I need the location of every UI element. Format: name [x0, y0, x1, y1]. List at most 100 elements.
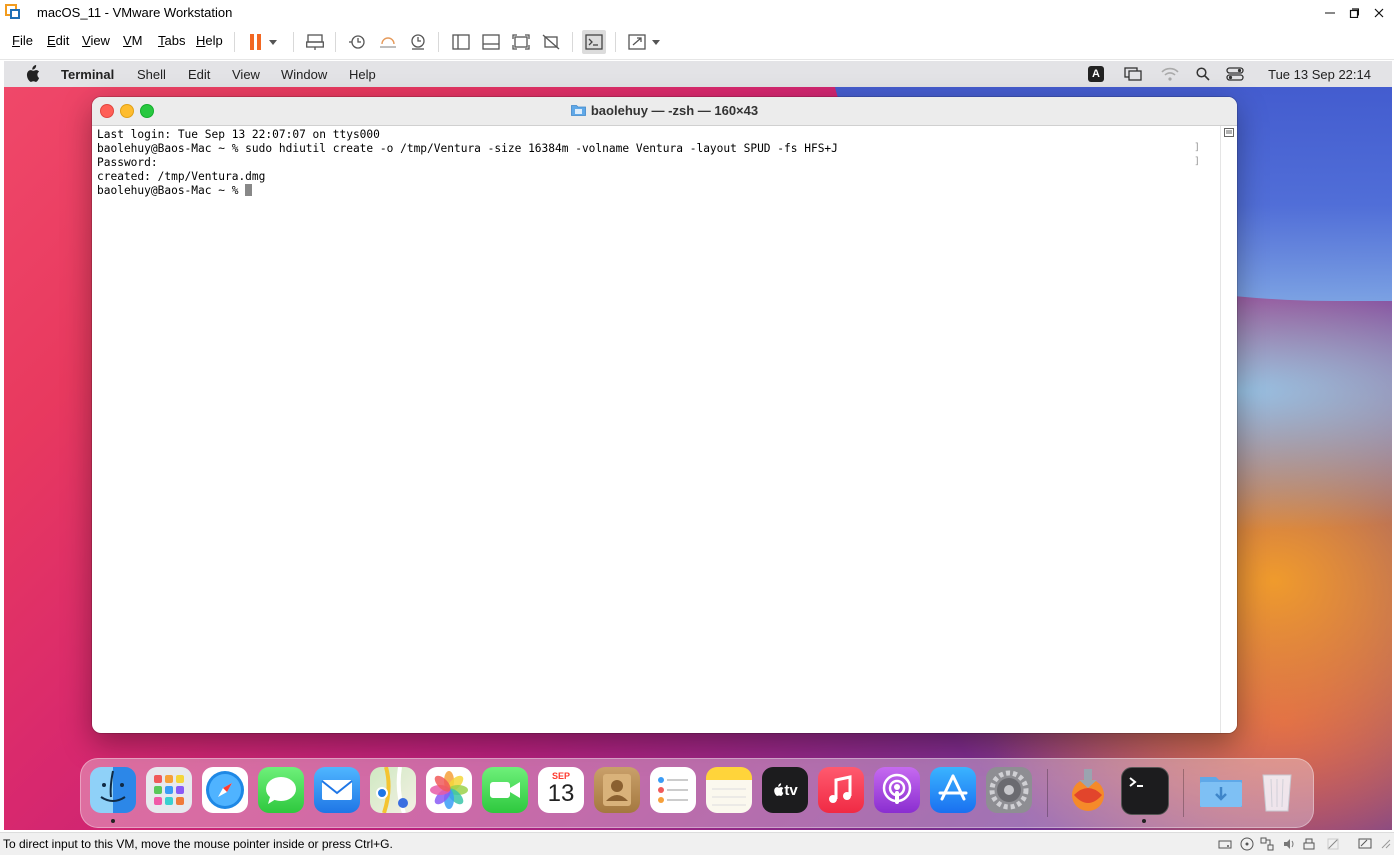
system-preferences-icon[interactable] [986, 767, 1032, 813]
menu-help[interactable]: Help [196, 33, 223, 48]
terminal-scrollbar[interactable] [1220, 126, 1237, 733]
mac-menu-terminal[interactable]: Terminal [61, 67, 114, 82]
calendar-day: 13 [547, 780, 575, 807]
apple-icon[interactable] [24, 65, 40, 83]
split-pane-icon[interactable] [1224, 128, 1234, 137]
vmware-title-bar: macOS_11 - VMware Workstation [0, 0, 1394, 25]
finder-icon[interactable] [90, 767, 136, 813]
toolbar-separator [438, 32, 439, 52]
minimize-icon[interactable] [1318, 0, 1342, 25]
network-adapter-icon[interactable] [1260, 837, 1274, 851]
menu-view[interactable]: View [82, 33, 110, 48]
dropdown-icon[interactable] [648, 30, 664, 54]
menu-edit[interactable]: Edit [47, 33, 69, 48]
printer-icon[interactable] [1326, 837, 1340, 851]
close-icon[interactable] [1367, 0, 1391, 25]
mac-menu-view[interactable]: View [232, 67, 260, 82]
console-view-icon[interactable] [582, 30, 606, 54]
mac-menu-shell[interactable]: Shell [137, 67, 166, 82]
terminal-title-text: baolehuy — -zsh — 160×43 [590, 103, 759, 118]
terminal-line: created: /tmp/Ventura.dmg [97, 170, 266, 183]
menu-file[interactable]: File [12, 33, 33, 48]
terminal-title-bar[interactable]: baolehuy — -zsh — 160×43 [92, 97, 1237, 126]
messages-icon[interactable] [258, 767, 304, 813]
running-indicator [1142, 819, 1146, 823]
macos-menu-bar: Terminal Shell Edit View Window Help A T… [4, 61, 1392, 87]
status-message: To direct input to this VM, move the mou… [3, 837, 393, 851]
facetime-icon[interactable] [482, 767, 528, 813]
snapshot-icon[interactable] [345, 30, 369, 54]
podcasts-icon[interactable] [874, 767, 920, 813]
toolbar-separator [293, 32, 294, 52]
toolbar-separator [572, 32, 573, 52]
vmware-logo-icon [5, 4, 20, 19]
mac-menu-edit[interactable]: Edit [188, 67, 210, 82]
text-cursor [245, 184, 253, 196]
tv-icon[interactable]: tv [762, 767, 808, 813]
apple-icon [774, 783, 784, 796]
vmware-status-bar: To direct input to this VM, move the mou… [0, 832, 1394, 855]
contacts-icon[interactable] [594, 767, 640, 813]
terminal-line: Password: [97, 156, 158, 169]
sound-card-icon[interactable] [1282, 837, 1296, 851]
install-macos-ventura-icon[interactable] [1065, 767, 1111, 813]
folder-icon [570, 105, 586, 116]
mail-icon[interactable] [314, 767, 360, 813]
maps-icon[interactable] [370, 767, 416, 813]
full-screen-icon[interactable] [509, 30, 533, 54]
terminal-content[interactable]: Last login: Tue Sep 13 22:07:07 on ttys0… [92, 126, 1220, 733]
line-mark: ] [1193, 156, 1200, 167]
dock-separator [1183, 769, 1184, 817]
stretch-guest-icon[interactable] [625, 30, 649, 54]
menu-bar-clock[interactable]: Tue 13 Sep 22:14 [1268, 67, 1371, 82]
calendar-icon[interactable]: SEP 13 [538, 767, 584, 813]
resize-grip-icon[interactable] [1379, 837, 1391, 851]
control-center-icon[interactable] [1225, 65, 1245, 83]
dock-separator [1047, 769, 1048, 817]
launchpad-icon[interactable] [146, 767, 192, 813]
terminal-window[interactable]: baolehuy — -zsh — 160×43 Last login: Tue… [92, 97, 1237, 733]
input-source-icon[interactable]: A [1088, 66, 1104, 82]
terminal-line: Last login: Tue Sep 13 22:07:07 on ttys0… [97, 128, 380, 141]
snapshot-manager-icon[interactable] [406, 30, 430, 54]
maximize-icon[interactable] [1342, 0, 1366, 25]
photos-icon[interactable] [426, 767, 472, 813]
dropdown-icon[interactable] [265, 30, 281, 54]
music-icon[interactable] [818, 767, 864, 813]
toolbar-separator [615, 32, 616, 52]
send-ctrl-alt-del-icon[interactable] [303, 30, 327, 54]
guest-screen[interactable]: Terminal Shell Edit View Window Help A T… [4, 61, 1392, 830]
menu-vm[interactable]: VM [123, 33, 143, 48]
terminal-prompt: baolehuy@Baos-Mac ~ % [97, 184, 246, 197]
thumbnail-bar-icon[interactable] [479, 30, 503, 54]
dock: SEP 13 tv [80, 758, 1314, 828]
wifi-icon[interactable] [1160, 65, 1180, 83]
usb-device-icon[interactable] [1302, 837, 1316, 851]
mac-menu-window[interactable]: Window [281, 67, 327, 82]
terminal-title: baolehuy — -zsh — 160×43 [92, 103, 1237, 118]
cd-dvd-icon[interactable] [1240, 837, 1254, 851]
revert-snapshot-icon[interactable] [376, 30, 400, 54]
terminal-prompt-line[interactable]: baolehuy@Baos-Mac ~ % [97, 184, 253, 198]
terminal-icon[interactable] [1121, 767, 1169, 815]
notes-icon[interactable] [706, 767, 752, 813]
unity-icon[interactable] [539, 30, 563, 54]
reminders-icon[interactable] [650, 767, 696, 813]
screen-mirroring-icon[interactable] [1123, 65, 1143, 83]
input-source-label: A [1092, 68, 1100, 80]
running-indicator [111, 819, 115, 823]
tv-label: tv [784, 781, 798, 799]
display-icon[interactable] [1358, 837, 1372, 851]
vmware-toolbar: File Edit View VM Tabs Help [0, 25, 1394, 60]
downloads-folder-icon[interactable] [1198, 767, 1244, 813]
mac-menu-help[interactable]: Help [349, 67, 376, 82]
trash-icon[interactable] [1254, 767, 1300, 813]
library-icon[interactable] [449, 30, 473, 54]
toolbar-separator [234, 32, 235, 52]
terminal-line: baolehuy@Baos-Mac ~ % sudo hdiutil creat… [97, 142, 838, 155]
spotlight-icon[interactable] [1194, 65, 1212, 83]
menu-tabs[interactable]: Tabs [158, 33, 185, 48]
app-store-icon[interactable] [930, 767, 976, 813]
hard-disk-icon[interactable] [1218, 837, 1232, 851]
safari-icon[interactable] [202, 767, 248, 813]
